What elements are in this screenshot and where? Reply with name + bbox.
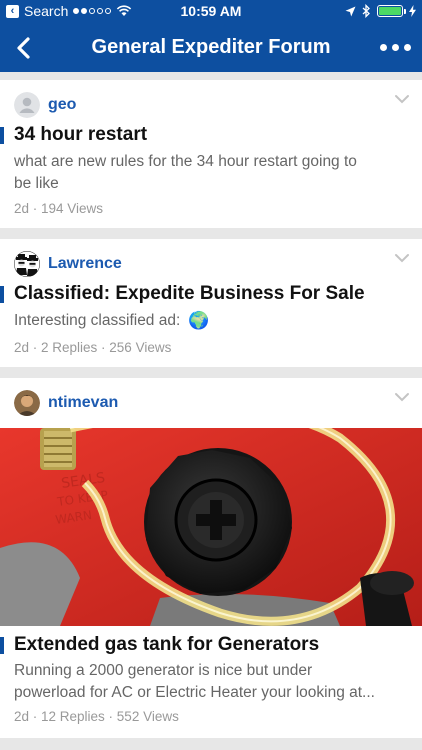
battery-icon xyxy=(377,5,406,17)
location-arrow-icon xyxy=(345,6,356,16)
default-user-avatar[interactable] xyxy=(14,92,40,118)
post-title[interactable]: Classified: Expedite Business For Sale xyxy=(14,283,365,305)
post-excerpt-line: Interesting classified ad: xyxy=(14,312,181,329)
chevron-left-icon[interactable] xyxy=(8,32,40,64)
post-author[interactable]: Lawrence xyxy=(14,251,122,277)
post-excerpt-line: what are new rules for the 34 hour resta… xyxy=(14,153,357,170)
title-accent-bar xyxy=(0,126,4,144)
post-card[interactable]: Lawrence Classified: Expedite Business F… xyxy=(0,239,422,367)
post-author[interactable]: geo xyxy=(14,92,76,118)
post-card[interactable]: geo 34 hour restart what are new rules f… xyxy=(0,80,422,228)
gas-tank-cap-photo[interactable]: SEALS TO KEEP WARN xyxy=(0,428,422,626)
post-title[interactable]: 34 hour restart xyxy=(14,124,147,146)
photo-avatar[interactable] xyxy=(14,390,40,416)
post-excerpt: what are new rules for the 34 hour resta… xyxy=(14,151,408,195)
status-bar-right xyxy=(345,4,416,18)
chevron-down-icon[interactable] xyxy=(394,392,410,402)
title-accent-bar xyxy=(0,285,4,303)
author-name[interactable]: ntimevan xyxy=(48,394,118,412)
post-excerpt-line: powerload for AC or Electric Heater your… xyxy=(14,684,375,701)
post-title-row[interactable]: Extended gas tank for Generators xyxy=(0,634,412,656)
globe-emoji-icon: 🌍 xyxy=(188,311,210,330)
post-meta: 2d · 2 Replies · 256 Views xyxy=(14,340,172,355)
post-meta: 2d · 194 Views xyxy=(14,201,104,216)
post-excerpt-line: Running a 2000 generator is nice but und… xyxy=(14,662,313,679)
forum-screen: ‹ Search 10:59 AM General Expediter Foru… xyxy=(0,0,422,750)
post-author[interactable]: ntimevan xyxy=(14,390,118,416)
title-accent-bar xyxy=(0,636,4,654)
battery-level-fill xyxy=(379,7,401,15)
navigation-bar: General Expediter Forum xyxy=(0,24,422,72)
author-name[interactable]: Lawrence xyxy=(48,255,122,273)
charging-bolt-icon xyxy=(409,5,416,17)
post-card[interactable]: ntimevan SEALS TO KEEP WARN Extended gas… xyxy=(0,378,422,738)
post-excerpt-line: be like xyxy=(14,175,59,192)
post-excerpt: Interesting classified ad: 🌍 xyxy=(14,310,408,332)
status-bar: ‹ Search 10:59 AM xyxy=(0,0,422,24)
more-horizontal-icon[interactable] xyxy=(378,40,412,54)
post-meta: 2d · 12 Replies · 552 Views xyxy=(14,709,179,724)
author-name[interactable]: geo xyxy=(48,96,76,114)
post-title-row[interactable]: Classified: Expedite Business For Sale xyxy=(0,283,412,305)
post-excerpt: Running a 2000 generator is nice but und… xyxy=(14,660,408,704)
post-title[interactable]: Extended gas tank for Generators xyxy=(14,634,319,656)
chevron-down-icon[interactable] xyxy=(394,94,410,104)
chevron-down-icon[interactable] xyxy=(394,253,410,263)
blues-brothers-avatar[interactable] xyxy=(14,251,40,277)
bluetooth-icon xyxy=(362,4,370,18)
page-title: General Expediter Forum xyxy=(91,36,331,58)
post-title-row[interactable]: 34 hour restart xyxy=(0,124,412,146)
